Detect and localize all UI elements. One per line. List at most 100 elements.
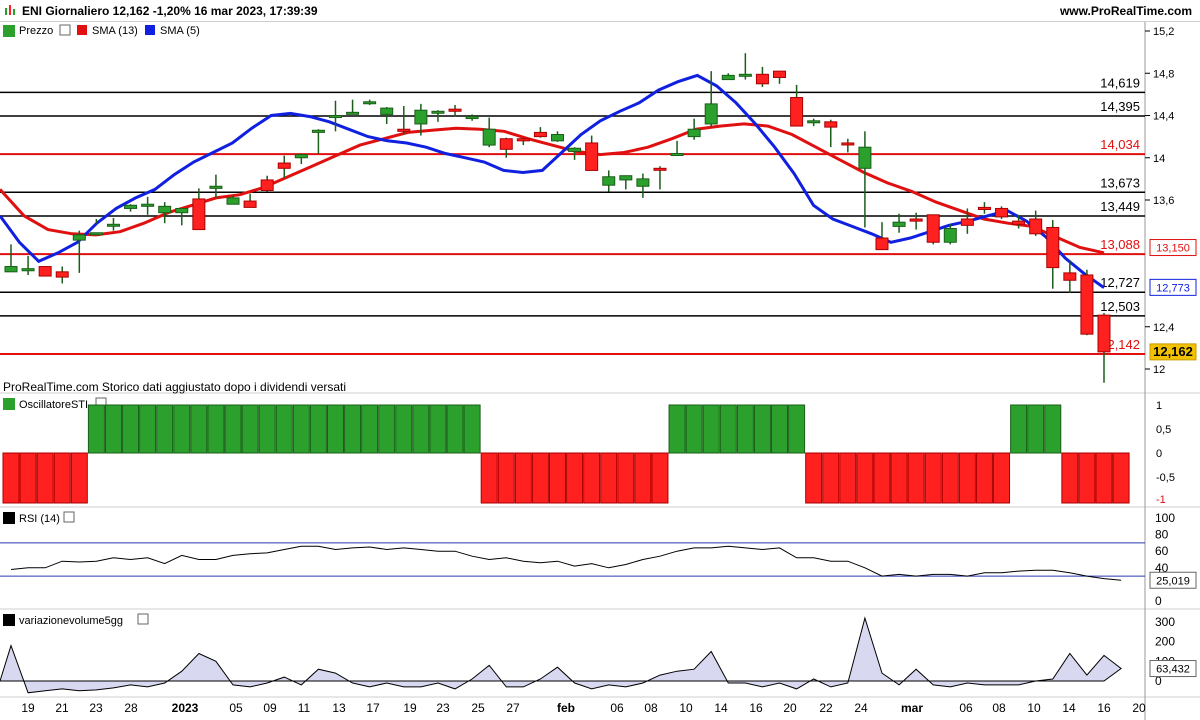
candle-body[interactable] [636,178,650,187]
sti-bar [1027,404,1045,454]
candle-body[interactable] [158,205,172,214]
candle-body[interactable] [670,153,684,157]
sti-bar [839,452,857,504]
candle-body[interactable] [124,204,138,209]
candle-body[interactable] [89,232,103,236]
candle-body[interactable] [687,128,701,138]
candle-body[interactable] [995,207,1009,218]
candle-body[interactable] [328,115,342,118]
x-axis-label: 20 [1132,701,1146,715]
candle-body[interactable] [448,108,462,112]
candle-body[interactable] [585,142,599,171]
candle-body[interactable] [738,73,752,77]
price-tick-label: 14 [1153,153,1165,165]
candle-body[interactable] [106,223,120,227]
candle-body[interactable] [1063,272,1077,281]
candle-body[interactable] [516,138,530,142]
candle-body[interactable] [277,162,291,169]
x-axis-label: 19 [21,701,35,715]
sti-bar [549,452,566,504]
candle-body[interactable] [875,237,889,251]
candle-body[interactable] [892,221,906,227]
candle-body[interactable] [465,116,479,120]
candle-body[interactable] [1080,274,1094,335]
sti-bar [2,452,20,504]
candle-body[interactable] [1097,314,1111,353]
candle-body[interactable] [909,218,923,222]
x-axis-label: mar [901,701,923,715]
candle-body[interactable] [482,128,496,146]
candle-body[interactable] [619,175,633,181]
candle-body[interactable] [790,97,804,127]
candle-body[interactable] [499,138,513,150]
sti-bar [617,452,635,504]
candle-body[interactable] [209,185,223,189]
wrench-icon[interactable] [63,511,75,523]
sti-bar [463,404,481,454]
candle-body[interactable] [755,73,769,85]
candle-body[interactable] [551,134,564,142]
candle-body[interactable] [960,218,974,226]
candle-body[interactable] [38,266,52,277]
candle-body[interactable] [602,176,616,186]
site-link[interactable]: www.ProRealTime.com [1060,4,1192,18]
sti-bar [856,452,874,504]
candle-body[interactable] [21,268,35,272]
sti-tick-label: 1 [1156,400,1162,412]
price-badge-label: 12,162 [1153,344,1193,359]
candle-body[interactable] [192,198,206,231]
rsi-tick-label: 80 [1155,528,1169,542]
candle-body[interactable] [414,109,428,125]
candle-body[interactable] [55,271,69,278]
candle-body[interactable] [1029,218,1043,235]
sti-bar [241,404,259,454]
sti-bar [702,404,720,454]
candle-body[interactable] [141,203,155,207]
candle-body[interactable] [721,74,735,81]
candle-body[interactable] [294,154,308,159]
candle-body[interactable] [824,121,838,128]
candle-body[interactable] [977,206,991,211]
candle-body[interactable] [653,167,667,171]
candle-body[interactable] [226,197,240,205]
sti-bar [566,452,584,504]
candle-body[interactable] [363,101,377,105]
candle-body[interactable] [926,214,940,243]
candle-body[interactable] [380,107,394,115]
candle-body[interactable] [533,131,547,138]
candle-body[interactable] [807,120,821,124]
candle-body[interactable] [773,70,787,78]
chart-area[interactable]: Prezzo SMA (13) SMA (5) 15,2 14,8 14,4 14 13,6 1… [0,22,1200,720]
candle-body[interactable] [704,103,718,125]
wrench-icon[interactable] [59,24,71,36]
candle-body[interactable] [397,128,411,132]
candle-body[interactable] [72,234,86,241]
sma5-line [0,73,1105,289]
price-badge-label: 13,150 [1156,243,1190,255]
candle-body[interactable] [1012,220,1026,225]
x-axis-label: 20 [783,701,797,715]
wrench-icon[interactable] [137,613,149,625]
candle-body[interactable] [4,266,18,273]
candle-body[interactable] [311,129,325,133]
sti-bar [1095,452,1113,504]
sti-bar [651,452,669,504]
candle-body[interactable] [175,207,189,214]
volume-label: variazionevolume5gg [19,615,123,627]
candle-body[interactable] [841,142,855,146]
candle-body[interactable] [346,111,360,115]
candle-body[interactable] [1046,226,1060,269]
candle-body[interactable] [858,146,872,169]
candle-body[interactable] [243,200,257,208]
sti-bar [258,404,276,454]
rsi-badge-label: 25,019 [1156,575,1190,587]
candle-body[interactable] [943,228,957,243]
x-axis-label: 05 [229,701,243,715]
candle-body[interactable] [260,179,274,191]
candle-body[interactable] [431,110,445,114]
x-axis-label: 25 [471,701,485,715]
volume-area [0,616,1122,694]
price-tick-label: 12,4 [1153,322,1174,334]
candle-body[interactable] [568,147,582,152]
sti-bar [480,452,498,504]
